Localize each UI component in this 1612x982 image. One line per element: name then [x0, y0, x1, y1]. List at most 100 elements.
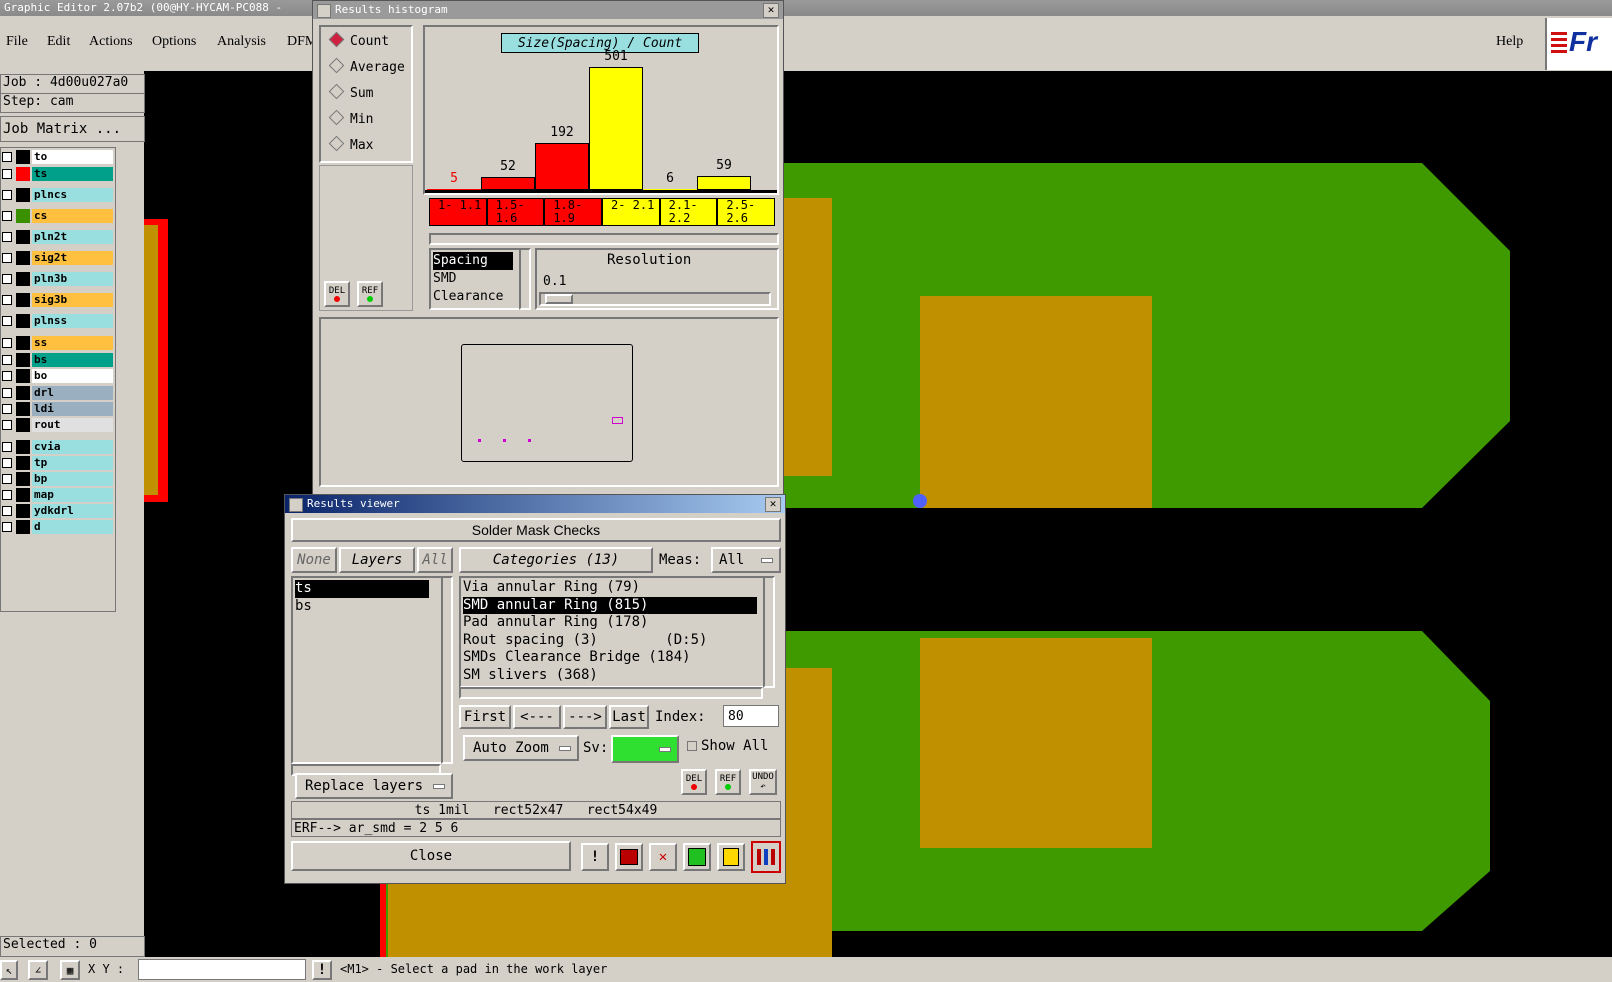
- meas-dropdown[interactable]: All: [711, 547, 781, 573]
- all-layers-button[interactable]: All: [417, 547, 453, 573]
- mode-radio-count[interactable]: Count: [327, 31, 389, 53]
- layer-checkbox[interactable]: [2, 388, 12, 398]
- layer-row-3[interactable]: cs: [1, 209, 113, 223]
- histogram-bin-label[interactable]: 1.5- 1.6: [486, 198, 545, 226]
- categories-button[interactable]: Categories (13): [459, 547, 653, 573]
- layer-checkbox[interactable]: [2, 274, 12, 284]
- menu-analysis[interactable]: Analysis: [217, 34, 266, 50]
- ref-button[interactable]: REF: [357, 281, 383, 307]
- layer-row-18[interactable]: map: [1, 488, 113, 502]
- category-item[interactable]: Pad annular Ring (178): [463, 614, 757, 632]
- category-hscroll[interactable]: [459, 687, 763, 699]
- layer-row-15[interactable]: cvia: [1, 440, 113, 454]
- job-matrix-button[interactable]: Job Matrix ...: [0, 116, 145, 142]
- result-layer-item[interactable]: bs: [295, 598, 429, 616]
- layer-row-14[interactable]: rout: [1, 418, 113, 432]
- histogram-bin-label[interactable]: 2.5- 2.6: [717, 198, 775, 226]
- mode-radio-min[interactable]: Min: [327, 109, 373, 131]
- histogram-bar[interactable]: [427, 189, 481, 190]
- viewer-title-bar[interactable]: Results viewer ✕: [285, 495, 785, 513]
- layer-row-11[interactable]: bo: [1, 369, 113, 383]
- type-list-item[interactable]: SMD: [433, 270, 456, 288]
- replace-layers-dropdown[interactable]: Replace layers: [295, 773, 453, 799]
- last-button[interactable]: Last: [609, 705, 649, 729]
- tool-icon-3[interactable]: ▦: [60, 960, 80, 980]
- layer-checkbox[interactable]: [2, 522, 12, 532]
- layer-checkbox[interactable]: [2, 442, 12, 452]
- result-layer-item[interactable]: ts: [295, 580, 429, 598]
- layer-result-list[interactable]: ts bs: [291, 576, 453, 764]
- layer-row-10[interactable]: bs: [1, 353, 113, 367]
- viewer-ref-button[interactable]: REF: [715, 769, 741, 795]
- menu-options[interactable]: Options: [152, 34, 196, 50]
- histogram-bin-label[interactable]: 2.1- 2.2: [659, 198, 718, 226]
- menu-file[interactable]: File: [6, 34, 28, 50]
- toolbar-histogram-icon[interactable]: [751, 841, 781, 873]
- histogram-title-bar[interactable]: Results histogram ✕: [313, 1, 783, 19]
- histogram-bar[interactable]: [697, 176, 751, 190]
- histogram-bar[interactable]: [535, 143, 589, 190]
- tool-icon-1[interactable]: ↖: [0, 960, 18, 980]
- layer-checkbox[interactable]: [2, 316, 12, 326]
- category-item[interactable]: SMDs Clearance Bridge (184): [463, 649, 757, 667]
- index-input[interactable]: [723, 705, 779, 727]
- show-all-checkbox[interactable]: [687, 741, 697, 751]
- category-item[interactable]: SMD annular Ring (815): [463, 596, 757, 614]
- layer-row-7[interactable]: sig3b: [1, 293, 113, 307]
- type-list-item[interactable]: Spacing: [433, 252, 513, 270]
- toolbar-erf-icon[interactable]: ✕: [649, 843, 677, 871]
- auto-zoom-dropdown[interactable]: Auto Zoom: [463, 735, 579, 761]
- toolbar-measure-icon[interactable]: [683, 843, 711, 871]
- type-list-vscroll[interactable]: [519, 248, 531, 310]
- close-icon[interactable]: ✕: [763, 3, 779, 18]
- layer-row-4[interactable]: pln2t: [1, 230, 113, 244]
- menu-help[interactable]: Help: [1496, 34, 1523, 50]
- layer-checkbox[interactable]: [2, 190, 12, 200]
- layer-checkbox[interactable]: [2, 490, 12, 500]
- layer-result-vscroll[interactable]: [441, 576, 453, 764]
- layer-checkbox[interactable]: [2, 152, 12, 162]
- next-button[interactable]: --->: [563, 705, 607, 729]
- solder-mask-checks-header[interactable]: Solder Mask Checks: [291, 518, 781, 542]
- histogram-bin-label[interactable]: 1.8- 1.9: [544, 198, 602, 226]
- close-icon[interactable]: ✕: [765, 497, 781, 512]
- none-button[interactable]: None: [291, 547, 337, 573]
- viewer-undo-button[interactable]: UNDO ↶: [749, 769, 777, 795]
- layer-row-6[interactable]: pln3b: [1, 272, 113, 286]
- histogram-bar[interactable]: [589, 67, 643, 190]
- category-item[interactable]: SM slivers (368): [463, 667, 757, 685]
- layer-row-0[interactable]: to: [1, 150, 113, 164]
- layer-row-1[interactable]: ts: [1, 167, 113, 181]
- mode-radio-average[interactable]: Average: [327, 57, 405, 79]
- layer-row-13[interactable]: ldi: [1, 402, 113, 416]
- histogram-bin-label[interactable]: 2- 2.1: [602, 198, 660, 226]
- first-button[interactable]: First: [459, 705, 511, 729]
- layer-checkbox[interactable]: [2, 232, 12, 242]
- layer-checkbox[interactable]: [2, 295, 12, 305]
- prev-button[interactable]: <---: [513, 705, 561, 729]
- histogram-bar[interactable]: [481, 177, 535, 190]
- category-item[interactable]: Via annular Ring (79): [463, 579, 757, 597]
- layer-checkbox[interactable]: [2, 355, 12, 365]
- layer-row-5[interactable]: sig2t: [1, 251, 113, 265]
- layer-row-8[interactable]: plnss: [1, 314, 113, 328]
- layer-checkbox[interactable]: [2, 338, 12, 348]
- layer-row-20[interactable]: d: [1, 520, 113, 534]
- toolbar-report-icon[interactable]: [717, 843, 745, 871]
- type-list-item[interactable]: Clearance: [433, 288, 503, 306]
- toolbar-screen-icon[interactable]: [615, 843, 643, 871]
- category-vscroll[interactable]: [763, 576, 775, 688]
- layer-checkbox[interactable]: [2, 211, 12, 221]
- sv-color-dropdown[interactable]: [611, 735, 679, 763]
- layer-checkbox[interactable]: [2, 506, 12, 516]
- histogram-hscroll[interactable]: [429, 233, 779, 245]
- layer-row-17[interactable]: bp: [1, 472, 113, 486]
- histogram-bar[interactable]: [643, 189, 697, 190]
- category-list[interactable]: Via annular Ring (79) SMD annular Ring (8…: [459, 576, 773, 688]
- toolbar-exclamation-icon[interactable]: !: [581, 843, 609, 871]
- tool-icon-2[interactable]: ∠: [28, 960, 48, 980]
- layer-checkbox[interactable]: [2, 458, 12, 468]
- layer-checkbox[interactable]: [2, 371, 12, 381]
- mode-radio-max[interactable]: Max: [327, 135, 373, 157]
- category-item[interactable]: Rout spacing (3) (D:5): [463, 632, 757, 650]
